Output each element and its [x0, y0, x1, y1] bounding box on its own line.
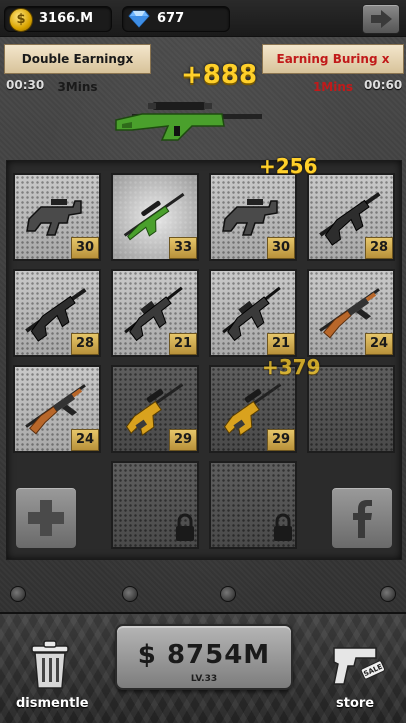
bolt-decoration — [122, 586, 138, 602]
bolt-decoration — [10, 586, 26, 602]
grid-slot-7[interactable]: 21 — [209, 269, 297, 357]
grid-slot-8[interactable]: 24 — [307, 269, 395, 357]
weapon-level: 29 — [169, 429, 197, 451]
grid-slot-13[interactable] — [111, 461, 199, 549]
weapon-level: 28 — [365, 237, 393, 259]
grid-slot-6[interactable]: 21 — [111, 269, 199, 357]
buy-weapon-button[interactable]: $ 8754M LV.33 — [115, 624, 293, 690]
next-button[interactable] — [362, 4, 400, 34]
weapon-level: 28 — [71, 333, 99, 355]
bolt-decoration — [220, 586, 236, 602]
lock-icon — [274, 513, 292, 541]
left-timer: 00:30 — [6, 78, 45, 92]
add-slot-button[interactable] — [14, 486, 78, 550]
store-label[interactable]: store — [336, 696, 374, 711]
weapon-level: 21 — [169, 333, 197, 355]
buy-level: LV.33 — [190, 674, 218, 684]
featured-sniper-rifle — [115, 102, 262, 141]
grid-slot-10[interactable]: 29 — [111, 365, 199, 453]
grid-slot-3[interactable]: 30 — [209, 173, 297, 261]
arrow-right-icon — [371, 10, 392, 28]
diamond-icon — [128, 10, 150, 28]
coin-value: 3166.M — [39, 11, 94, 26]
earning-boost-banner[interactable]: Earning Buring x 1Mins — [262, 44, 404, 94]
dismantle-label[interactable]: dismentle — [16, 696, 89, 711]
trash-icon[interactable] — [28, 640, 72, 690]
coin-counter: $ 3166.M — [4, 6, 112, 32]
weapon-level: 33 — [169, 237, 197, 259]
weapon-level: 24 — [365, 333, 393, 355]
buy-price: $ 8754M — [137, 640, 271, 670]
double-earning-banner[interactable]: Double Earningx 3Mins — [4, 44, 151, 94]
grid-slot-5[interactable]: 28 — [13, 269, 101, 357]
weapon-level: 29 — [267, 429, 295, 451]
weapon-level: 21 — [267, 333, 295, 355]
grid-slot-4[interactable]: 28 — [307, 173, 395, 261]
earning-popup: +379 — [262, 355, 321, 379]
grid-slot-9[interactable]: 24 — [13, 365, 101, 453]
facebook-icon — [353, 500, 372, 538]
lock-icon — [176, 513, 194, 541]
top-bar: $ 3166.M 677 — [0, 0, 406, 37]
right-timer: 00:60 — [364, 78, 403, 92]
gem-value: 677 — [157, 11, 185, 26]
gun-sale-icon[interactable]: SALE — [330, 636, 386, 690]
grid-slot-2[interactable]: 33 — [111, 173, 199, 261]
grid-slot-1[interactable]: 30 — [13, 173, 101, 261]
grid-slot-14[interactable] — [209, 461, 297, 549]
gem-counter: 677 — [122, 6, 230, 32]
weapon-level: 24 — [71, 429, 99, 451]
plus-icon — [28, 500, 64, 536]
facebook-button[interactable] — [330, 486, 394, 550]
earning-popup-big: +888 — [181, 60, 258, 90]
bolt-decoration — [380, 586, 396, 602]
weapon-level: 30 — [267, 237, 295, 259]
coin-icon: $ — [9, 8, 33, 32]
earning-popup: +256 — [259, 154, 318, 178]
weapon-level: 30 — [71, 237, 99, 259]
